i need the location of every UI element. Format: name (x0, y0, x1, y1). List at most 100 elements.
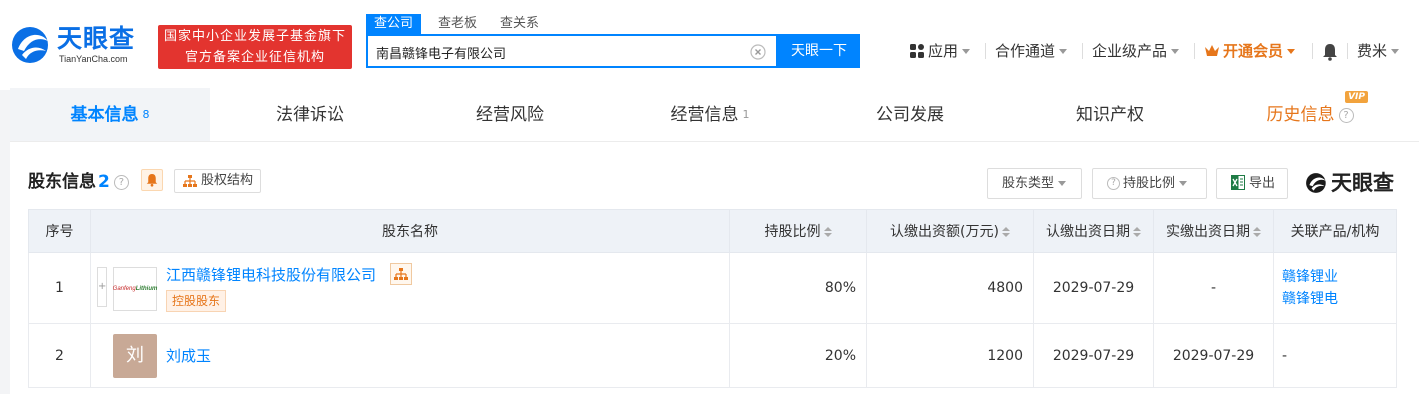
col-paid-date[interactable]: 实缴出资日期 (1153, 209, 1274, 253)
org-chart-icon (394, 268, 408, 280)
nav-apps-label: 应用 (928, 42, 959, 60)
equity-chart-button[interactable] (390, 263, 412, 285)
related-cell: - (1273, 323, 1397, 388)
sub-date-cell: 2029-07-29 (1033, 323, 1154, 388)
tab-label: 知识产权 (1076, 105, 1144, 125)
col-subscribed[interactable]: 认缴出资额(万元) (866, 209, 1034, 253)
nav-apps[interactable]: 应用 (910, 41, 971, 61)
equity-structure-label: 股权结构 (201, 173, 254, 188)
expand-button[interactable]: + (97, 267, 107, 307)
tab-search-boss[interactable]: 查老板 (438, 14, 477, 34)
col-ratio[interactable]: 持股比例 (729, 209, 867, 253)
avatar: 刘 (113, 334, 157, 378)
tab-history[interactable]: 历史信息? VIP (1210, 88, 1410, 142)
logo-text: Lithium (135, 286, 158, 292)
nav-enterprise[interactable]: 企业级产品 (1092, 41, 1180, 61)
nav-divider (1347, 43, 1348, 59)
bell-icon[interactable] (1322, 43, 1338, 61)
tab-search-relation[interactable]: 查关系 (500, 14, 539, 34)
user-name: 费米 (1357, 42, 1388, 60)
excel-icon (1231, 175, 1245, 190)
related-link[interactable]: 赣锋锂业 (1282, 266, 1396, 288)
bell-icon (146, 174, 158, 187)
clear-icon[interactable] (750, 44, 766, 60)
controlling-holder-badge: 控股股东 (166, 290, 227, 312)
tab-operation[interactable]: 经营信息 1 (610, 88, 810, 142)
sort-icon (1001, 227, 1010, 237)
site-logo[interactable]: 天眼查 TianYanCha.com (10, 22, 150, 70)
brand-watermark: 天眼查 (1305, 169, 1405, 197)
col-ratio-label: 持股比例 (764, 224, 821, 240)
nav-vip[interactable]: 开通会员 (1204, 41, 1296, 61)
ratio-cell: 20% (729, 323, 867, 388)
table-row: 1 + GanfengLithium 江西赣锋锂电科技股份有限公司 控股股东 8… (28, 252, 1397, 324)
tab-label: 法律诉讼 (276, 105, 344, 125)
chevron-down-icon (962, 49, 971, 54)
sort-icon (1253, 227, 1261, 237)
tab-search-company[interactable]: 查公司 (366, 14, 422, 34)
monitor-button[interactable] (141, 169, 163, 191)
help-icon[interactable]: ? (113, 174, 129, 190)
logo-text: Ganfeng (112, 286, 136, 292)
holder-type-filter[interactable]: 股东类型 (987, 168, 1082, 199)
shareholder-table: 序号 股东名称 持股比例 认缴出资额(万元) 认缴出资日期 实缴出资日期 关联产… (28, 209, 1397, 388)
crown-icon (1205, 45, 1219, 56)
nav-divider (1312, 43, 1313, 59)
paid-date-cell: - (1153, 252, 1274, 324)
chevron-down-icon (1179, 181, 1188, 186)
logo-name: 天眼查 (57, 24, 136, 53)
holding-ratio-filter[interactable]: ? 持股比例 (1092, 168, 1207, 199)
export-button[interactable]: 导出 (1216, 168, 1288, 199)
search-box (366, 34, 778, 68)
holder-cell: + GanfengLithium 江西赣锋锂电科技股份有限公司 控股股东 (90, 252, 730, 324)
holder-name-link[interactable]: 刘成玉 (166, 345, 211, 366)
col-sub-date[interactable]: 认缴出资日期 (1033, 209, 1154, 253)
related-link[interactable]: 赣锋锂电 (1282, 288, 1396, 310)
nav-vip-label: 开通会员 (1223, 42, 1284, 60)
section-title: 股东信息 2? (28, 170, 129, 194)
tab-label: 历史信息 (1266, 105, 1335, 125)
table-header-row: 序号 股东名称 持股比例 认缴出资额(万元) 认缴出资日期 实缴出资日期 关联产… (28, 209, 1397, 253)
holder-name-link[interactable]: 江西赣锋锂电科技股份有限公司 (166, 264, 376, 285)
help-icon: ? (1107, 177, 1120, 190)
nav-divider (985, 43, 986, 59)
chevron-down-icon (1171, 49, 1180, 54)
equity-structure-button[interactable]: 股权结构 (174, 169, 261, 193)
col-subscribed-label: 认缴出资额(万元) (890, 224, 999, 240)
search-input[interactable] (376, 42, 736, 62)
tab-legal[interactable]: 法律诉讼 (210, 88, 410, 142)
sort-icon (1133, 227, 1141, 237)
filter-label: 股东类型 (1002, 176, 1055, 191)
nav-enterprise-label: 企业级产品 (1092, 42, 1168, 60)
tab-risk[interactable]: 经营风险 (410, 88, 610, 142)
section-count: 2 (98, 172, 110, 192)
help-icon[interactable]: ? (1338, 107, 1354, 123)
sub-date-cell: 2029-07-29 (1033, 252, 1154, 324)
slogan-line-1: 国家中小企业发展子基金旗下 (163, 29, 346, 44)
org-chart-icon (183, 175, 197, 187)
company-tabs: 基本信息 8 法律诉讼 经营风险 经营信息 1 公司发展 知识产权 历史信息? VI… (10, 88, 1419, 142)
related-cell: 赣锋锂业 赣锋锂电 (1273, 252, 1397, 324)
section-title-text: 股东信息 (28, 172, 96, 192)
chevron-down-icon (1059, 49, 1068, 54)
logo-domain: TianYanCha.com (59, 54, 128, 64)
search-button[interactable]: 天眼一下 (778, 34, 860, 68)
tab-ip[interactable]: 知识产权 (1010, 88, 1210, 142)
filter-label: 持股比例 (1123, 176, 1176, 191)
tab-development[interactable]: 公司发展 (810, 88, 1010, 142)
tab-label: 公司发展 (876, 105, 944, 125)
holder-cell: 刘 刘成玉 (90, 323, 730, 388)
nav-cooperation[interactable]: 合作通道 (995, 41, 1068, 61)
nav-divider (1194, 43, 1195, 59)
tab-basic-info[interactable]: 基本信息 8 (10, 88, 210, 142)
col-sub-date-label: 认缴出资日期 (1046, 224, 1130, 240)
tab-label: 经营信息 (670, 105, 739, 125)
tab-label: 基本信息 (70, 105, 139, 125)
nav-user[interactable]: 费米 (1357, 41, 1400, 61)
top-header: 天眼查 TianYanCha.com 国家中小企业发展子基金旗下 官方备案企业征… (0, 0, 1419, 90)
subscribed-cell: 1200 (866, 323, 1034, 388)
ratio-cell: 80% (729, 252, 867, 324)
apps-grid-icon (910, 44, 924, 58)
subscribed-cell: 4800 (866, 252, 1034, 324)
slogan-line-2: 官方备案企业征信机构 (184, 50, 325, 65)
